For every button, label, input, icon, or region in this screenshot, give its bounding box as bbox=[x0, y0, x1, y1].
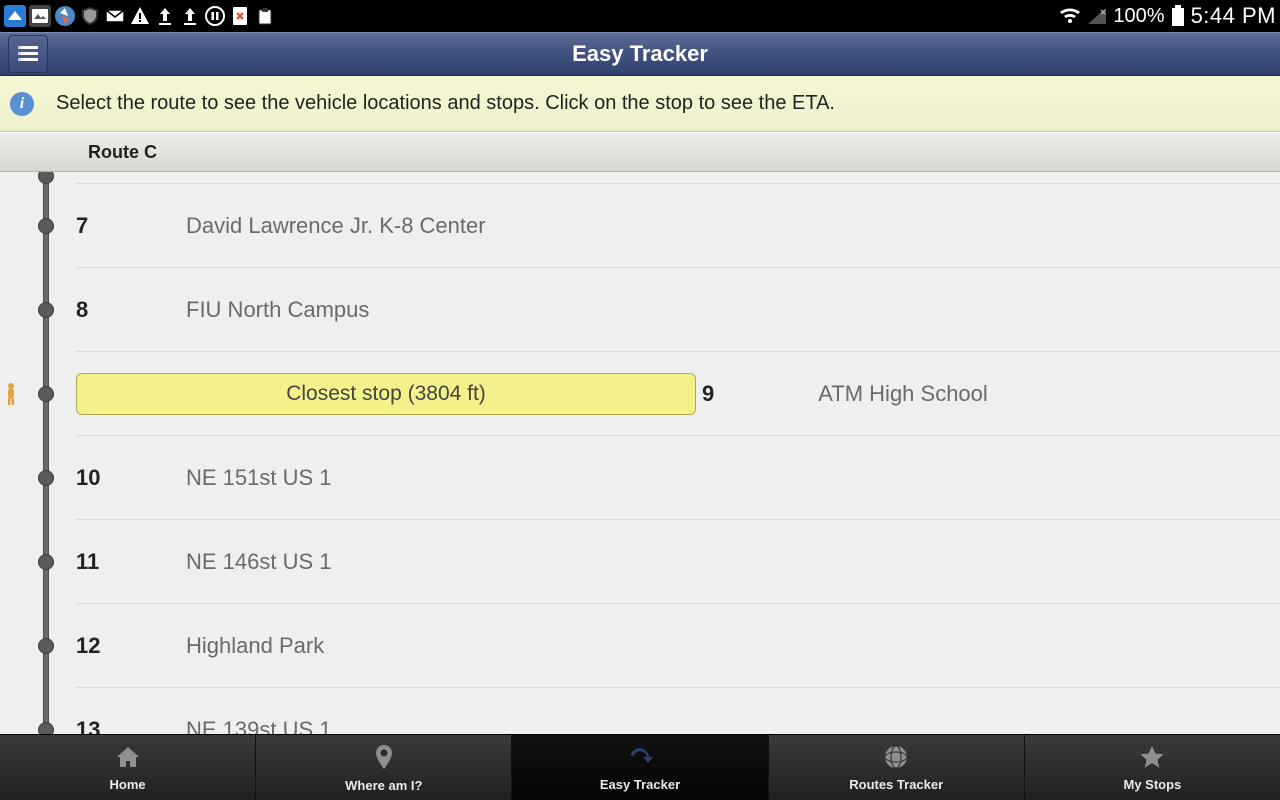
upload-icon bbox=[154, 5, 176, 27]
stop-row[interactable]: 12Highland Park bbox=[76, 604, 1280, 688]
android-status-bar: 100% 5:44 PM bbox=[0, 0, 1280, 32]
closest-stop-badge: Closest stop (3804 ft) bbox=[76, 373, 696, 415]
stop-number: 10 bbox=[76, 465, 186, 491]
stop-name: Highland Park bbox=[186, 633, 324, 659]
status-left-icons bbox=[4, 5, 276, 27]
list-icon bbox=[18, 46, 38, 62]
stop-row[interactable]: 10NE 151st US 1 bbox=[76, 436, 1280, 520]
tab-home[interactable]: Home bbox=[0, 735, 256, 800]
pin-icon bbox=[372, 743, 396, 778]
gallery-icon bbox=[29, 5, 51, 27]
stop-number: 9 bbox=[702, 381, 714, 407]
star-icon bbox=[1138, 744, 1166, 777]
shield-icon bbox=[79, 5, 101, 27]
app-title: Easy Tracker bbox=[0, 41, 1280, 67]
warning-icon bbox=[129, 5, 151, 27]
tab-label: Where am I? bbox=[345, 778, 422, 793]
bottom-tab-bar: Home Where am I? Easy Tracker Routes Tracke… bbox=[0, 734, 1280, 800]
tab-my-stops[interactable]: My Stops bbox=[1025, 735, 1280, 800]
tab-label: My Stops bbox=[1124, 777, 1182, 792]
stop-name: NE 139st US 1 bbox=[186, 717, 332, 735]
refresh-icon bbox=[626, 744, 654, 777]
tab-label: Home bbox=[110, 777, 146, 792]
home-icon bbox=[114, 744, 142, 777]
stop-name: David Lawrence Jr. K-8 Center bbox=[186, 213, 486, 239]
stop-number: 13 bbox=[76, 717, 186, 735]
route-label: Route C bbox=[88, 142, 157, 163]
tab-label: Routes Tracker bbox=[849, 777, 943, 792]
globe-icon bbox=[883, 744, 909, 777]
stop-row[interactable]: 7David Lawrence Jr. K-8 Center bbox=[76, 184, 1280, 268]
app-header: Easy Tracker bbox=[0, 32, 1280, 76]
stops-list[interactable]: 7David Lawrence Jr. K-8 Center8FIU North… bbox=[0, 172, 1280, 734]
stop-number: 7 bbox=[76, 213, 186, 239]
stop-row[interactable]: 13NE 139st US 1 bbox=[76, 688, 1280, 734]
info-banner: i Select the route to see the vehicle lo… bbox=[0, 76, 1280, 132]
menu-button[interactable] bbox=[8, 35, 48, 73]
tab-easy-tracker[interactable]: Easy Tracker bbox=[512, 735, 768, 800]
stop-name: FIU North Campus bbox=[186, 297, 369, 323]
stop-row[interactable]: Closest stop (3804 ft)9 ATM High School bbox=[76, 352, 1280, 436]
stop-row[interactable]: 11NE 146st US 1 bbox=[76, 520, 1280, 604]
clipboard-icon bbox=[254, 5, 276, 27]
partial-row-top bbox=[76, 172, 1280, 184]
pause-icon bbox=[204, 5, 226, 27]
upload-icon bbox=[179, 5, 201, 27]
tab-routes-tracker[interactable]: Routes Tracker bbox=[769, 735, 1025, 800]
signal-icon bbox=[1087, 7, 1107, 25]
stop-number: 8 bbox=[76, 297, 186, 323]
app-icon bbox=[4, 5, 26, 27]
status-right: 100% 5:44 PM bbox=[1059, 3, 1276, 29]
stop-row[interactable]: 8FIU North Campus bbox=[76, 268, 1280, 352]
close-doc-icon bbox=[229, 5, 251, 27]
battery-icon bbox=[1171, 5, 1185, 27]
stop-number: 11 bbox=[76, 549, 186, 575]
wifi-icon bbox=[1059, 7, 1081, 25]
tab-label: Easy Tracker bbox=[600, 777, 680, 792]
battery-percent: 100% bbox=[1113, 5, 1164, 28]
stop-number: 12 bbox=[76, 633, 186, 659]
stop-name: NE 151st US 1 bbox=[186, 465, 332, 491]
info-icon: i bbox=[10, 92, 34, 116]
stop-name: NE 146st US 1 bbox=[186, 549, 332, 575]
tab-where-am-i[interactable]: Where am I? bbox=[256, 735, 512, 800]
stop-name: ATM High School bbox=[818, 381, 988, 407]
mail-icon bbox=[104, 5, 126, 27]
route-header[interactable]: Route C bbox=[0, 132, 1280, 172]
status-time: 5:44 PM bbox=[1191, 3, 1276, 29]
browser-icon bbox=[54, 5, 76, 27]
info-text: Select the route to see the vehicle loca… bbox=[56, 92, 835, 115]
